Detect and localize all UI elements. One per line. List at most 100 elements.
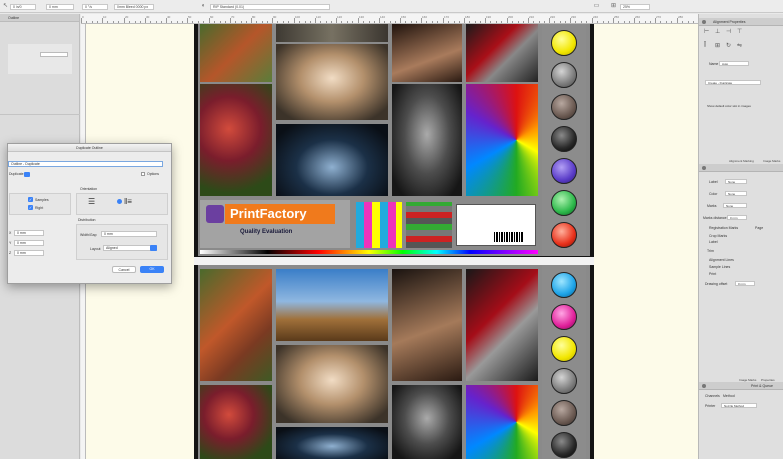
ruler-minor-tick: [256, 21, 257, 23]
align-right-icon[interactable]: ⊣: [726, 28, 731, 35]
mode-label: Duplicate: [9, 172, 24, 176]
options-checkbox[interactable]: [141, 172, 145, 176]
black-swatch: [551, 126, 577, 152]
print-check[interactable]: Print: [709, 272, 716, 276]
tunnel-image: [276, 124, 388, 196]
profile-select[interactable]: RIP Standard (0.01): [210, 4, 330, 10]
right-panel: Alignment Properties ⊢ ⊥ ⊣ ⊤ ⫿ ⊞ ↻ ⇋ Nam…: [698, 14, 783, 459]
blonde-portrait-image-bottom: [276, 345, 388, 423]
green-swatch: [551, 190, 577, 216]
zoom-field[interactable]: 25%: [620, 4, 650, 10]
orient-radio[interactable]: [117, 199, 122, 204]
distribute-h-icon[interactable]: ⫿: [704, 42, 706, 49]
fit-icon[interactable]: ⊞: [610, 3, 617, 10]
ruler-label: 80: [252, 15, 256, 19]
printer-select[interactable]: Nozzle Method: [721, 403, 757, 408]
view-icon[interactable]: ▭: [593, 3, 600, 10]
ruler-minor-tick: [426, 21, 427, 23]
mode-dropdown-arrow[interactable]: [24, 172, 30, 177]
ruler-label: 120: [337, 15, 343, 19]
align-center-icon[interactable]: ⊥: [715, 28, 720, 35]
channels-label: Channels: [705, 394, 720, 398]
ruler-label: 150: [401, 15, 407, 19]
registration-marks-check[interactable]: Registration Marks: [709, 226, 738, 230]
ruler-minor-tick: [374, 21, 375, 23]
ruler-minor-tick: [523, 21, 524, 23]
y-input[interactable]: 0 mm: [14, 240, 44, 246]
layout-dropdown-arrow[interactable]: [150, 245, 157, 251]
y-field[interactable]: 0 mm: [46, 4, 74, 10]
ruler-minor-tick: [305, 21, 306, 23]
orient-horizontal-icon[interactable]: ☰: [88, 197, 95, 206]
canvas[interactable]: PrintFactory Quality Evaluation: [86, 24, 698, 459]
z-input[interactable]: 0 mm: [14, 250, 44, 256]
ruler-minor-tick: [490, 21, 491, 23]
warm-gray-swatch: [551, 94, 577, 120]
ruler-minor-tick: [113, 21, 114, 23]
right-label: Right: [35, 206, 44, 210]
pointer-icon[interactable]: ↖: [2, 3, 9, 10]
orient-vertical-icon[interactable]: ‖≡: [124, 197, 132, 206]
marks-distance-field[interactable]: 0 mm: [727, 215, 747, 220]
app-window: ↖ 0 in/0 0 mm 0 °/s 0mm Bleed 0000 px ◐ …: [0, 0, 783, 459]
distribute-v-icon[interactable]: ⊞: [715, 42, 720, 49]
ok-button[interactable]: OK: [140, 266, 164, 273]
x-input[interactable]: 0 mm: [14, 230, 44, 236]
ruler-minor-tick: [198, 21, 199, 23]
x-field[interactable]: 0 in/0: [10, 4, 36, 10]
name-input[interactable]: Outline - Duplicate: [8, 161, 163, 167]
tab-alignment-marking[interactable]: Alignment Marking: [729, 159, 754, 163]
align-left-icon[interactable]: ⊢: [704, 28, 709, 35]
ruler-minor-tick: [97, 21, 98, 23]
flip-icon[interactable]: ⇋: [737, 42, 742, 49]
panel-close-icon[interactable]: [702, 20, 706, 24]
ruler-minor-tick: [554, 21, 555, 23]
label-check[interactable]: Label: [709, 240, 718, 244]
drawing-offset-field[interactable]: 0 mm: [735, 281, 755, 286]
ruler-minor-tick: [150, 21, 151, 23]
panel2-close-icon[interactable]: [702, 166, 706, 170]
label-c-select[interactable]: None: [723, 203, 747, 208]
tunnel-image-bottom: [276, 427, 388, 459]
sample-lines-check[interactable]: Sample Lines: [709, 265, 730, 269]
warm-gray-swatch-bottom: [551, 400, 577, 426]
bleed-field[interactable]: 0mm Bleed 0000 px: [114, 4, 154, 10]
duplicate-dialog: Duplicate Outline Outline - Duplicate Du…: [7, 143, 172, 284]
page-check[interactable]: Page: [755, 226, 763, 230]
distribution-group: [76, 224, 168, 260]
ruler-minor-tick: [171, 21, 172, 23]
outline-list-box: [8, 44, 72, 74]
ruler-label: 200: [508, 15, 514, 19]
cyan-swatch: [551, 272, 577, 298]
rotation-field[interactable]: 0 °/s: [82, 4, 108, 10]
right-checkbox[interactable]: ✓: [28, 205, 33, 210]
name-field[interactable]: Auto: [719, 61, 749, 66]
ruler-label: 270: [656, 15, 662, 19]
label-b-select[interactable]: None: [725, 191, 747, 196]
mode-select[interactable]: Create - Duplicate: [705, 80, 761, 85]
ruler-label: 110: [316, 15, 321, 19]
print-queue-title: Print & Queue: [751, 384, 773, 388]
width-gap-input[interactable]: 0 mm: [101, 231, 157, 237]
cancel-button[interactable]: Cancel: [112, 266, 136, 273]
crop-marks-check[interactable]: Crop Marks: [709, 234, 727, 238]
ruler-minor-tick: [161, 21, 162, 23]
portrait-image-top: [200, 24, 272, 82]
label-a-select[interactable]: None: [725, 179, 747, 184]
samples-checkbox[interactable]: ✓: [28, 197, 33, 202]
alignment-lines-check[interactable]: Alignment Lines: [709, 258, 734, 262]
tab-image-marks[interactable]: Image Marks: [763, 159, 780, 163]
ruler-minor-tick: [581, 21, 582, 23]
panel3-close-icon[interactable]: [702, 384, 706, 388]
divider: [0, 114, 80, 115]
ruler-minor-tick: [501, 21, 502, 23]
rotate-icon[interactable]: ↻: [726, 42, 731, 49]
align-top-icon[interactable]: ⊤: [737, 28, 742, 35]
ruler-minor-tick: [192, 21, 193, 23]
ruler-minor-tick: [575, 21, 576, 23]
layout-select[interactable]: Aligned: [103, 245, 157, 251]
gray-patches: [406, 202, 452, 248]
alignment-properties-header: Alignment Properties: [699, 18, 783, 26]
ruler-minor-tick: [182, 21, 183, 23]
left-panel-select[interactable]: [40, 52, 68, 57]
